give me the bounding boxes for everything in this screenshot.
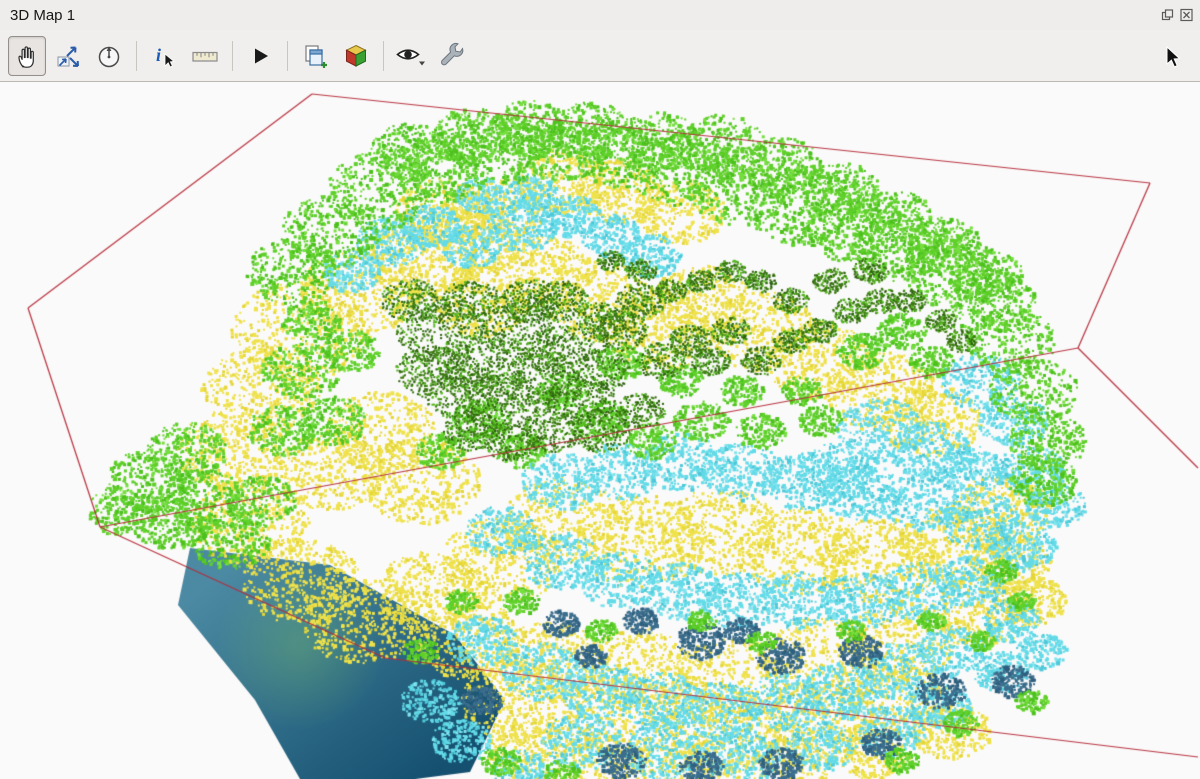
- export-scene-button[interactable]: [337, 36, 375, 76]
- float-window-icon: [1161, 9, 1174, 22]
- toolbar-separator: [383, 41, 384, 71]
- close-icon: [1180, 9, 1193, 22]
- panel-titlebar[interactable]: 3D Map 1: [0, 0, 1200, 30]
- pan-hand-icon: [13, 42, 41, 70]
- view-options-button[interactable]: [392, 36, 430, 76]
- measure-button[interactable]: [186, 36, 224, 76]
- wrench-icon: [438, 42, 466, 70]
- identify-button[interactable]: i: [145, 36, 183, 76]
- 3d-map-viewport: [0, 82, 1200, 779]
- play-icon: [246, 42, 274, 70]
- map-canvas[interactable]: [0, 82, 1200, 779]
- toolbar-separator: [232, 41, 233, 71]
- toolbar-separator: [287, 41, 288, 71]
- ruler-icon: [190, 42, 220, 70]
- toolbar-separator: [136, 41, 137, 71]
- save-image-button[interactable]: [296, 36, 334, 76]
- identify-icon: i: [150, 42, 178, 70]
- panel-title: 3D Map 1: [10, 7, 75, 24]
- pan-button[interactable]: [8, 36, 46, 76]
- window-controls: [1160, 8, 1194, 23]
- float-window-button[interactable]: [1160, 8, 1175, 23]
- compass-icon: [95, 42, 123, 70]
- 3d-map-toolbar: i: [0, 30, 1200, 82]
- play-animation-button[interactable]: [241, 36, 279, 76]
- svg-text:i: i: [156, 45, 161, 65]
- chevron-down-icon: [419, 61, 425, 65]
- settings-button[interactable]: [433, 36, 471, 76]
- zoom-full-icon: [54, 42, 82, 70]
- save-image-icon: [301, 42, 329, 70]
- rotate-view-button[interactable]: [90, 36, 128, 76]
- cube-icon: [342, 42, 370, 70]
- zoom-full-button[interactable]: [49, 36, 87, 76]
- close-panel-button[interactable]: [1179, 8, 1194, 23]
- eye-icon: [395, 42, 427, 70]
